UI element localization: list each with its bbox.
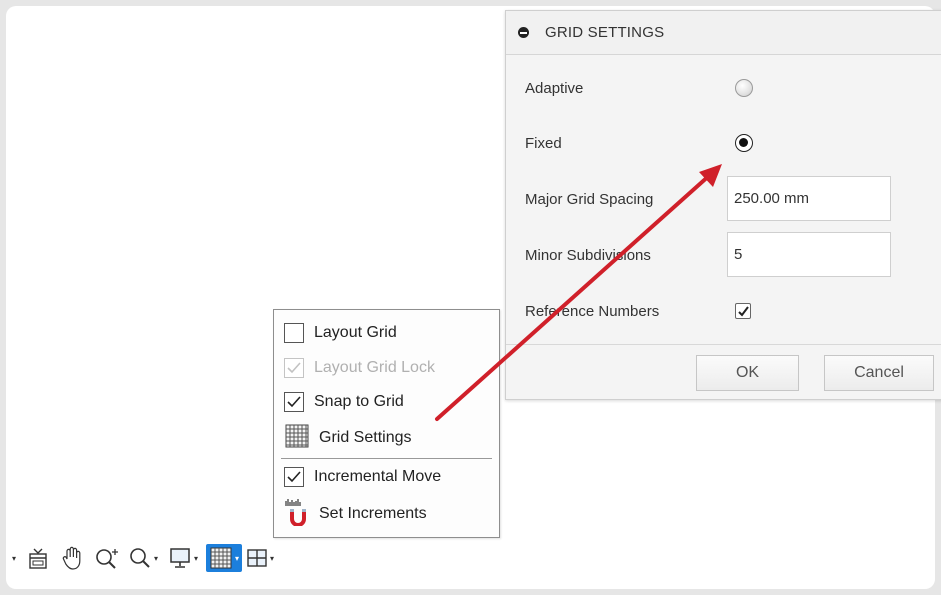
fit-icon[interactable]: ▾ — [128, 544, 158, 572]
orbit-icon[interactable] — [26, 544, 50, 572]
grid-icon — [285, 424, 309, 453]
dialog-divider — [506, 344, 941, 345]
menu-item-label: Incremental Move — [314, 468, 442, 485]
menu-item-label: Layout Grid — [314, 324, 397, 341]
menu-divider — [281, 458, 492, 459]
minor-subdivisions-input[interactable]: 5 — [727, 232, 891, 277]
checkmark-icon — [738, 306, 749, 317]
menu-item-layout-grid-lock: Layout Grid Lock — [274, 351, 499, 385]
chevron-down-icon[interactable]: ▾ — [270, 554, 274, 563]
grid-settings-dialog: GRID SETTINGS Adaptive Fixed Major Grid … — [505, 10, 941, 400]
display-settings-icon[interactable]: ▾ — [168, 544, 198, 572]
navigation-toolbar: ▾ ▾ ▾ ▾ ▾ — [0, 540, 420, 576]
grid-snaps-menu: Layout Grid Layout Grid Lock Snap to Gri… — [273, 309, 500, 538]
fixed-radio[interactable] — [735, 134, 753, 152]
fixed-row: Fixed — [506, 123, 941, 163]
menu-item-label: Set Increments — [319, 505, 427, 522]
toolbar-dropdown-arrow[interactable]: ▾ — [10, 544, 16, 572]
collapse-icon[interactable] — [518, 27, 529, 38]
menu-item-snap-to-grid[interactable]: Snap to Grid — [274, 385, 499, 419]
layout-grid-checkbox[interactable] — [284, 323, 304, 343]
pan-hand-icon[interactable] — [60, 544, 86, 572]
chevron-down-icon[interactable]: ▾ — [235, 554, 239, 563]
major-grid-spacing-input[interactable]: 250.00 mm — [727, 176, 891, 221]
menu-item-label: Grid Settings — [319, 429, 412, 446]
reference-numbers-row: Reference Numbers — [506, 291, 941, 331]
incremental-move-checkbox[interactable] — [284, 467, 304, 487]
dialog-header[interactable]: GRID SETTINGS — [506, 11, 941, 55]
major-grid-spacing-label: Major Grid Spacing — [525, 190, 654, 208]
checkmark-icon — [287, 471, 301, 483]
grid-snaps-icon[interactable]: ▾ — [206, 544, 243, 572]
snap-to-grid-checkbox[interactable] — [284, 392, 304, 412]
reference-numbers-label: Reference Numbers — [525, 302, 660, 320]
chevron-down-icon[interactable]: ▾ — [194, 554, 198, 563]
checkmark-icon — [287, 362, 301, 374]
major-grid-spacing-row: Major Grid Spacing 250.00 mm — [506, 176, 941, 221]
minor-subdivisions-label: Minor Subdivisions — [525, 246, 651, 264]
viewports-icon[interactable]: ▾ — [246, 544, 274, 572]
zoom-icon[interactable] — [94, 544, 122, 572]
layout-grid-lock-checkbox — [284, 358, 304, 378]
minor-subdivisions-row: Minor Subdivisions 5 — [506, 232, 941, 277]
menu-item-grid-settings[interactable]: Grid Settings — [274, 421, 499, 455]
menu-item-label: Layout Grid Lock — [314, 359, 435, 376]
magnet-icon — [285, 498, 311, 531]
menu-item-incremental-move[interactable]: Incremental Move — [274, 460, 499, 494]
reference-numbers-checkbox[interactable] — [735, 303, 751, 319]
ok-button[interactable]: OK — [696, 355, 799, 391]
fixed-label: Fixed — [525, 134, 562, 152]
adaptive-radio[interactable] — [735, 79, 753, 97]
menu-item-layout-grid[interactable]: Layout Grid — [274, 316, 499, 350]
chevron-down-icon[interactable]: ▾ — [154, 554, 158, 563]
adaptive-label: Adaptive — [525, 79, 584, 97]
dialog-title: GRID SETTINGS — [545, 24, 665, 41]
adaptive-row: Adaptive — [506, 68, 941, 108]
menu-item-label: Snap to Grid — [314, 393, 404, 410]
cancel-button[interactable]: Cancel — [824, 355, 934, 391]
checkmark-icon — [287, 396, 301, 408]
menu-item-set-increments[interactable]: Set Increments — [274, 497, 499, 531]
